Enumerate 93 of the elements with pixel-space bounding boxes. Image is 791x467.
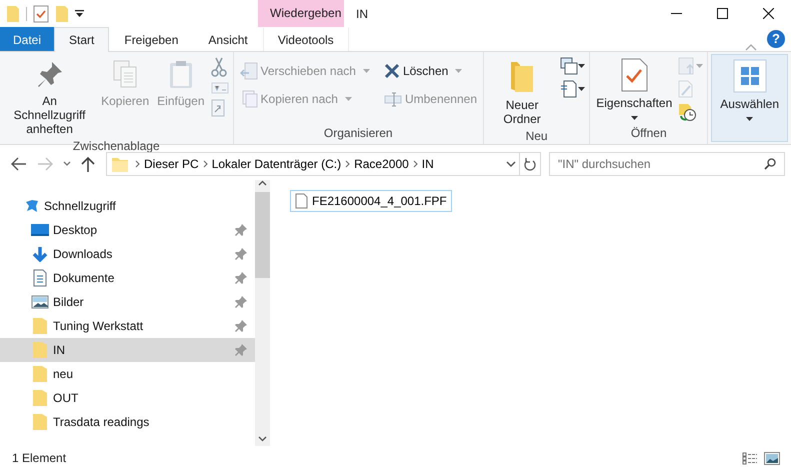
open-icon bbox=[678, 57, 696, 75]
copy-path-icon bbox=[210, 82, 229, 94]
separator-icon bbox=[26, 6, 27, 20]
caret-icon bbox=[696, 64, 704, 68]
large-icons-view-icon bbox=[764, 452, 780, 464]
sidebar-item[interactable]: IN bbox=[0, 338, 255, 362]
ribbon-tab[interactable]: Ansicht bbox=[193, 27, 263, 51]
back-icon bbox=[11, 156, 27, 170]
chevron-icon bbox=[202, 160, 208, 168]
address-bar[interactable]: Dieser PC Lokaler Datenträger (C:) Race2000 IN bbox=[106, 152, 541, 176]
delete-icon bbox=[384, 63, 400, 79]
history-icon bbox=[678, 103, 696, 121]
breadcrumb-link[interactable]: Dieser PC bbox=[140, 154, 203, 172]
copy-to-icon bbox=[240, 90, 258, 108]
sidebar-item[interactable]: Desktop bbox=[0, 218, 255, 242]
minimize-icon bbox=[670, 13, 682, 14]
scroll-down-icon bbox=[258, 436, 267, 442]
breadcrumb-link[interactable]: Race2000 bbox=[350, 154, 413, 172]
customize-icon[interactable] bbox=[75, 8, 84, 18]
group-label: Neu bbox=[524, 128, 549, 145]
download-arrow-icon bbox=[32, 246, 48, 262]
scissors-icon bbox=[210, 57, 227, 77]
ribbon-button[interactable]: Neuer Ordner bbox=[487, 54, 558, 127]
rename-icon bbox=[384, 91, 402, 107]
folder-icon bbox=[32, 365, 48, 383]
breadcrumb-link[interactable]: Lokaler Datenträger (C:) bbox=[208, 154, 346, 172]
star-icon bbox=[24, 198, 40, 214]
maximize-icon bbox=[716, 8, 728, 19]
ribbon-tab[interactable]: Videotools bbox=[262, 27, 349, 51]
ribbon-button[interactable]: An Schnellzugriff anheften bbox=[3, 54, 96, 137]
move-icon bbox=[240, 62, 258, 80]
address-dropdown-icon bbox=[506, 160, 516, 166]
document-icon bbox=[33, 269, 47, 287]
folder-icon bbox=[32, 341, 48, 359]
refresh-icon bbox=[523, 156, 537, 170]
sidebar-item[interactable]: Tuning Werkstatt bbox=[0, 314, 255, 338]
sidebar-item[interactable]: Schnellzugriff bbox=[0, 194, 255, 218]
ribbon-tool-button[interactable] bbox=[559, 56, 586, 76]
new-item-icon bbox=[560, 57, 578, 75]
edit-icon bbox=[678, 80, 694, 98]
sidebar-item[interactable]: Downloads bbox=[0, 242, 255, 266]
help-button[interactable]: ? bbox=[767, 30, 785, 48]
window-title: IN bbox=[356, 6, 368, 22]
large-icons-view-button[interactable] bbox=[761, 452, 783, 464]
shortcut-icon bbox=[210, 99, 225, 117]
file-item[interactable]: FE21600004_4_001.FPF bbox=[290, 190, 452, 212]
sidebar-item[interactable]: neu bbox=[0, 362, 255, 386]
details-view-icon bbox=[742, 452, 758, 464]
chevron-icon bbox=[135, 160, 140, 168]
search-field[interactable]: "IN" durchsuchen bbox=[549, 152, 785, 176]
ribbon-tool-button[interactable] bbox=[559, 79, 586, 99]
collapse-icon[interactable] bbox=[745, 43, 757, 51]
chevron-icon bbox=[412, 160, 418, 168]
file-icon bbox=[295, 193, 308, 209]
caret-icon bbox=[344, 97, 352, 101]
folder-icon bbox=[32, 317, 48, 335]
sidebar-item[interactable]: Dokumente bbox=[0, 266, 255, 290]
scrollbar[interactable] bbox=[255, 180, 270, 446]
caret-icon bbox=[362, 69, 370, 73]
caret-icon bbox=[455, 69, 462, 73]
search-icon bbox=[764, 158, 776, 170]
ribbon-tab[interactable]: Datei bbox=[0, 27, 54, 51]
folder-icon bbox=[32, 413, 48, 431]
sidebar-item[interactable]: OUT bbox=[0, 386, 255, 410]
caret-icon bbox=[578, 64, 586, 68]
desktop-icon bbox=[31, 223, 49, 237]
sidebar-item[interactable]: Trasdata readings bbox=[0, 410, 255, 434]
up-icon bbox=[81, 156, 95, 172]
caret-icon bbox=[746, 117, 754, 121]
ribbon-button[interactable]: Auswählen bbox=[711, 54, 788, 142]
group-label: Organisieren bbox=[322, 125, 394, 142]
ribbon-tab[interactable]: Freigeben bbox=[109, 27, 194, 51]
group-label: Öffnen bbox=[630, 125, 668, 142]
chevron-icon bbox=[345, 160, 350, 168]
recent-locations-icon bbox=[63, 161, 71, 166]
properties-icon bbox=[619, 58, 650, 92]
sidebar-item[interactable]: Bilder bbox=[0, 290, 255, 314]
close-icon bbox=[762, 8, 774, 19]
easy-access-icon bbox=[560, 80, 578, 98]
select-icon bbox=[732, 59, 767, 93]
caret-icon bbox=[630, 116, 638, 120]
breadcrumb-link[interactable]: IN bbox=[418, 154, 438, 172]
ribbon-button[interactable]: Löschen bbox=[380, 60, 480, 82]
scroll-up-icon bbox=[258, 180, 267, 186]
caret-icon bbox=[578, 87, 586, 91]
properties-icon[interactable] bbox=[33, 4, 49, 22]
ribbon-button[interactable]: Eigenschaften bbox=[593, 54, 676, 121]
contextual-tab-header: Wiedergeben bbox=[258, 0, 344, 27]
ribbon-tab[interactable]: Start bbox=[54, 27, 110, 52]
forward-icon bbox=[37, 156, 53, 170]
item-count: 1 Element bbox=[12, 450, 66, 467]
folder-icon bbox=[32, 389, 48, 407]
picture-icon bbox=[31, 295, 49, 309]
